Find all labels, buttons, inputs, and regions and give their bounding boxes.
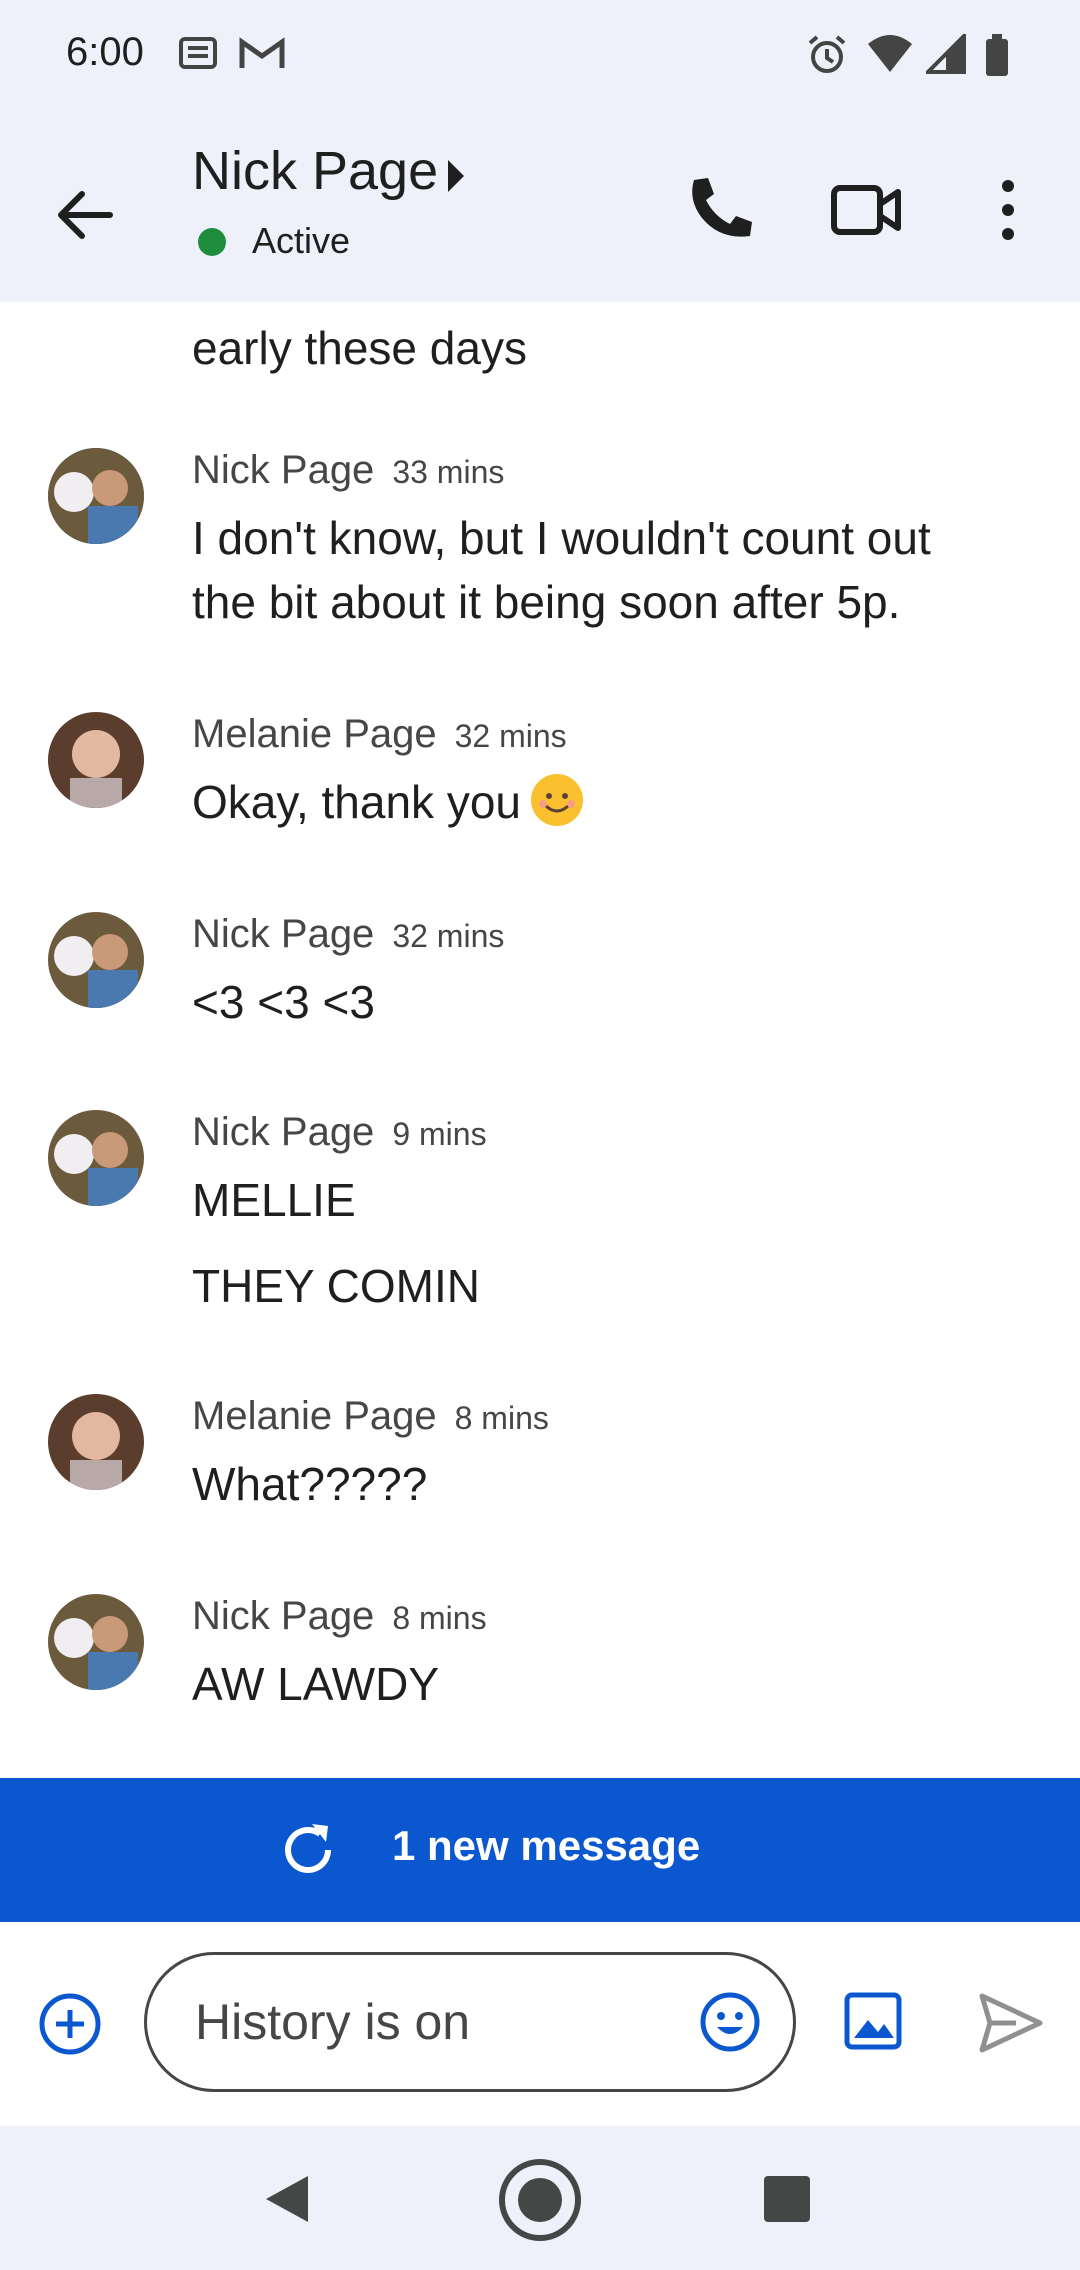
- alarm-icon: [808, 35, 846, 73]
- message-sender: Melanie Page 8 mins: [192, 1394, 549, 1438]
- message-time: 32 mins: [392, 918, 505, 954]
- avatar-nick-page[interactable]: [48, 912, 144, 1008]
- new-message-banner[interactable]: 1 new message: [0, 1778, 1080, 1922]
- avatar-nick-page[interactable]: [48, 1110, 144, 1206]
- message-sender: Melanie Page 32 mins: [192, 712, 567, 756]
- compose-bar: History is on: [0, 1922, 1080, 2126]
- active-status-dot: [198, 228, 226, 256]
- message-time: 33 mins: [392, 454, 505, 490]
- refresh-icon: [285, 1824, 331, 1873]
- system-nav-bar: [0, 2126, 1080, 2270]
- video-call-icon[interactable]: [826, 170, 906, 250]
- new-message-label: 1 new message: [392, 1822, 701, 1869]
- message-text: <3 <3 <3: [192, 976, 375, 1028]
- message-time: 32 mins: [454, 718, 567, 754]
- active-status-label: Active: [252, 220, 351, 261]
- emoji-icon[interactable]: [697, 1989, 763, 2055]
- message-item[interactable]: Nick Page 9 mins MELLIE THEY COMIN: [0, 1110, 1080, 1320]
- avatar-melanie-page[interactable]: [48, 1394, 144, 1490]
- message-time: 8 mins: [454, 1400, 549, 1436]
- message-time: 9 mins: [392, 1116, 487, 1152]
- message-text-partial: early these days: [192, 322, 527, 374]
- caret-right-icon[interactable]: [446, 158, 466, 194]
- status-bar: 6:00: [0, 0, 1080, 110]
- nav-back-icon[interactable]: [262, 2172, 312, 2226]
- message-text: the bit about it being soon after 5p.: [192, 576, 901, 628]
- message-time: 8 mins: [392, 1600, 487, 1636]
- message-sender: Nick Page 9 mins: [192, 1110, 487, 1154]
- send-icon[interactable]: [976, 1988, 1046, 2058]
- contact-name[interactable]: Nick Page: [192, 140, 438, 202]
- message-item[interactable]: Nick Page 32 mins <3 <3 <3: [0, 912, 1080, 1042]
- avatar-nick-page[interactable]: [48, 448, 144, 544]
- nav-recents-icon[interactable]: [764, 2176, 810, 2222]
- message-text: Okay, thank you: [192, 770, 1032, 834]
- cell-signal-icon: [926, 34, 966, 74]
- smiling-face-icon: [531, 774, 583, 826]
- status-time: 6:00: [66, 30, 144, 74]
- message-item[interactable]: Melanie Page 32 mins Okay, thank you: [0, 712, 1080, 842]
- message-sender: Nick Page 32 mins: [192, 912, 505, 956]
- gmail-icon: [239, 37, 285, 68]
- message-item[interactable]: Melanie Page 8 mins What?????: [0, 1394, 1080, 1524]
- phone-icon[interactable]: [680, 170, 760, 250]
- add-circle-icon[interactable]: [36, 1990, 104, 2058]
- wifi-icon: [868, 35, 912, 72]
- avatar-nick-page[interactable]: [48, 1594, 144, 1690]
- message-text: What?????: [192, 1458, 428, 1510]
- avatar-melanie-page[interactable]: [48, 712, 144, 808]
- message-text: AW LAWDY: [192, 1658, 440, 1710]
- message-text: THEY COMIN: [192, 1260, 480, 1312]
- more-options-icon[interactable]: [968, 170, 1048, 250]
- message-text: I don't know, but I wouldn't count out: [192, 512, 931, 564]
- battery-icon: [986, 34, 1008, 76]
- message-text: MELLIE: [192, 1174, 356, 1226]
- message-item[interactable]: Nick Page 33 mins I don't know, but I wou…: [0, 448, 1080, 628]
- message-item[interactable]: Nick Page 8 mins AW LAWDY: [0, 1594, 1080, 1724]
- message-sender: Nick Page 8 mins: [192, 1594, 487, 1638]
- message-input[interactable]: History is on: [144, 1952, 796, 2092]
- news-icon: [179, 37, 217, 69]
- message-list[interactable]: early these days Nick Page 33 mins I don'…: [0, 302, 1080, 1778]
- message-sender: Nick Page 33 mins: [192, 448, 505, 492]
- nav-home-icon[interactable]: [496, 2156, 584, 2244]
- back-arrow-icon[interactable]: [50, 180, 120, 250]
- app-bar: Nick Page Active: [0, 110, 1080, 302]
- message-input-placeholder[interactable]: History is on: [195, 1993, 470, 2051]
- image-icon[interactable]: [842, 1990, 904, 2052]
